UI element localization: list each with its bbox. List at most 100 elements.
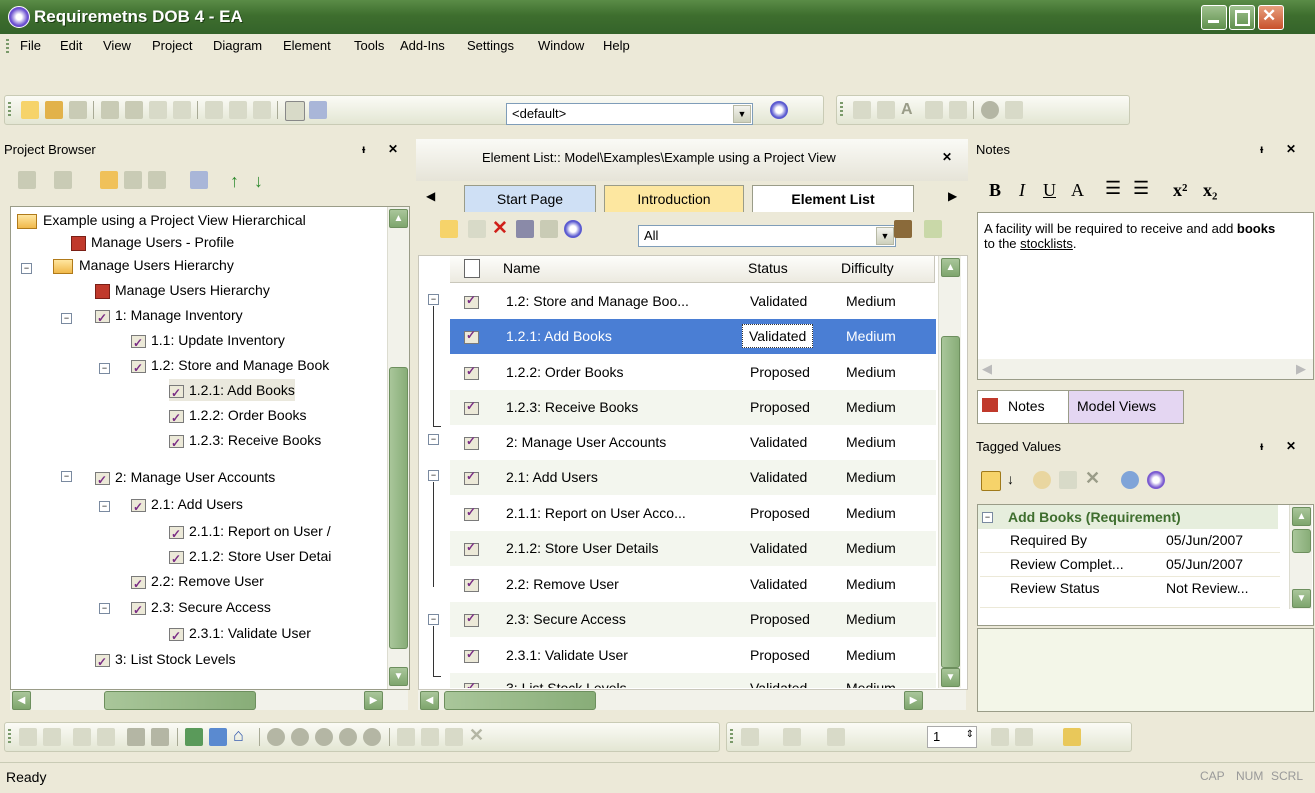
tag-group-row[interactable]: − Add Books (Requirement): [978, 505, 1278, 529]
table-row[interactable]: 2.3: Secure AccessProposedMedium: [450, 602, 936, 637]
notes-horizontal-scrollbar[interactable]: ◀ ▶: [978, 359, 1313, 379]
scroll-down-icon[interactable]: ▼: [1292, 589, 1311, 608]
scroll-up-icon[interactable]: ▲: [1292, 507, 1311, 526]
collapse-icon[interactable]: −: [21, 263, 32, 274]
tab-model-views[interactable]: Model Views: [1068, 390, 1184, 424]
font-color-icon[interactable]: [783, 728, 801, 746]
tree-item[interactable]: Manage Users Hierarchy: [95, 279, 270, 301]
menu-add-ins[interactable]: Add-Ins: [400, 38, 445, 53]
tree-item[interactable]: 3: List Stock Levels: [95, 648, 236, 673]
home-icon[interactable]: ⌂: [233, 725, 251, 745]
collapse-icon[interactable]: −: [61, 471, 72, 482]
spinner-icon[interactable]: ⇕: [966, 729, 974, 740]
open-project-icon[interactable]: [45, 101, 63, 119]
close-button[interactable]: ✕: [1258, 5, 1284, 30]
minimize-button[interactable]: [1201, 5, 1227, 30]
send-backward-icon[interactable]: [151, 728, 169, 746]
menu-view[interactable]: View: [103, 38, 131, 53]
scroll-right-icon[interactable]: ▶: [1296, 361, 1306, 377]
maximize-button[interactable]: [1229, 5, 1255, 30]
numbered-list-icon[interactable]: ☰: [1133, 178, 1149, 199]
subscript-icon[interactable]: x₂: [1203, 180, 1217, 201]
move-down-icon[interactable]: ↓: [254, 171, 272, 191]
move-up-icon[interactable]: ↑: [230, 171, 248, 191]
properties-icon[interactable]: [421, 728, 439, 746]
table-row[interactable]: 1.2.2: Order BooksProposedMedium: [450, 355, 936, 390]
tag-row[interactable]: Required By 05/Jun/2007: [980, 529, 1280, 553]
scroll-down-icon[interactable]: ▼: [389, 667, 408, 686]
image-icon[interactable]: [925, 101, 943, 119]
collapse-icon[interactable]: −: [99, 501, 110, 512]
pin-icon[interactable]: ᵻ: [362, 142, 365, 156]
tree-item[interactable]: 2.3: Secure Access: [131, 596, 271, 621]
filter-icon[interactable]: [924, 220, 942, 238]
new-element-icon[interactable]: [440, 220, 458, 238]
tree-item[interactable]: 2.1.1: Report on User /: [169, 520, 331, 545]
edit-tag-icon[interactable]: [1059, 471, 1077, 489]
title-bar[interactable]: Requiremetns DOB 4 - EA ✕: [0, 0, 1315, 34]
menu-diagram[interactable]: Diagram: [213, 38, 262, 53]
delete-icon[interactable]: ✕: [1085, 468, 1103, 488]
note-icon[interactable]: [877, 101, 895, 119]
delete-icon[interactable]: ✕: [492, 217, 510, 239]
undo-icon[interactable]: [149, 101, 167, 119]
zoom-normal-icon[interactable]: [339, 728, 357, 746]
collapse-icon[interactable]: −: [428, 294, 439, 305]
zoom-fit-icon[interactable]: [315, 728, 333, 746]
tab-start-page[interactable]: Start Page: [464, 185, 596, 212]
line-width-input[interactable]: 1 ⇕: [927, 726, 977, 748]
menu-help[interactable]: Help: [603, 38, 630, 53]
tab-introduction[interactable]: Introduction: [604, 185, 744, 212]
scroll-left-icon[interactable]: ◀: [420, 691, 439, 710]
tag-vertical-scrollbar[interactable]: ▲ ▼: [1289, 505, 1312, 609]
layout-icon[interactable]: [397, 728, 415, 746]
chevron-down-icon[interactable]: ▼: [733, 105, 751, 123]
notes-editor[interactable]: A facility will be required to receive a…: [977, 212, 1314, 380]
table-row[interactable]: 2: Manage User AccountsValidatedMedium: [450, 425, 936, 460]
scroll-left-icon[interactable]: ◀: [982, 361, 992, 377]
new-tag-icon[interactable]: [1033, 471, 1051, 489]
scroll-thumb[interactable]: [104, 691, 256, 710]
bold-icon[interactable]: B: [989, 180, 1001, 201]
tag-info-icon[interactable]: [1121, 471, 1139, 489]
scroll-right-icon[interactable]: ▶: [904, 691, 923, 710]
column-icon[interactable]: [450, 256, 498, 283]
close-icon[interactable]: ✕: [1286, 439, 1296, 453]
tag-row[interactable]: Review Complet... 05/Jun/2007: [980, 553, 1280, 577]
filter-combo[interactable]: All ▼: [638, 225, 896, 247]
page-setup-icon[interactable]: [229, 101, 247, 119]
collapse-icon[interactable]: −: [982, 512, 993, 523]
menu-window[interactable]: Window: [538, 38, 584, 53]
table-row[interactable]: 2.1.2: Store User DetailsValidatedMedium: [450, 531, 936, 566]
tree-item[interactable]: 2.2: Remove User: [131, 570, 264, 595]
properties-icon[interactable]: [148, 171, 166, 189]
collapse-icon[interactable]: −: [61, 313, 72, 324]
new-project-icon[interactable]: [21, 101, 39, 119]
pin-icon[interactable]: ᵻ: [1260, 142, 1263, 156]
tab-element-list[interactable]: Element List: [752, 185, 914, 212]
column-name[interactable]: Name: [497, 256, 743, 283]
list-horizontal-scrollbar[interactable]: ◀ ▶: [418, 690, 966, 710]
table-row[interactable]: 2.3.1: Validate UserProposedMedium: [450, 638, 936, 673]
print-icon[interactable]: [253, 101, 271, 119]
menu-edit[interactable]: Edit: [60, 38, 82, 53]
apply-format-icon[interactable]: [1015, 728, 1033, 746]
forward-icon[interactable]: [209, 728, 227, 746]
document-icon[interactable]: [285, 101, 305, 121]
superscript-icon[interactable]: x²: [1173, 180, 1187, 201]
align-right-icon[interactable]: [43, 728, 61, 746]
save-icon[interactable]: [69, 101, 87, 119]
pin-icon[interactable]: ᵻ: [1260, 439, 1263, 453]
column-difficulty[interactable]: Difficulty: [835, 256, 935, 283]
table-row[interactable]: 2.1: Add UsersValidatedMedium: [450, 460, 936, 495]
bullet-list-icon[interactable]: ☰: [1105, 178, 1121, 199]
chevron-down-icon[interactable]: ▼: [876, 227, 894, 245]
font-color-icon[interactable]: A: [1071, 180, 1084, 201]
help-icon[interactable]: [1147, 471, 1165, 489]
tab-notes[interactable]: Notes: [977, 390, 1069, 424]
close-icon[interactable]: ✕: [388, 142, 398, 156]
toolbar-grip[interactable]: [8, 102, 11, 118]
scroll-down-icon[interactable]: ▼: [941, 668, 960, 687]
close-icon[interactable]: ✕: [1286, 142, 1296, 156]
tree-item[interactable]: 1.2.2: Order Books: [169, 404, 307, 429]
